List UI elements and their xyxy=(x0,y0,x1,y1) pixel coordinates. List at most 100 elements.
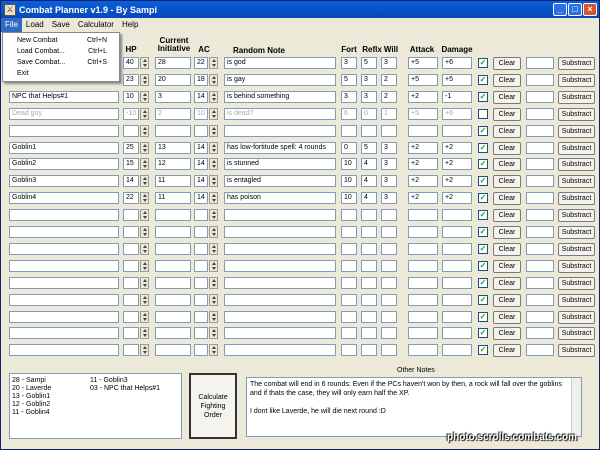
attack-input[interactable] xyxy=(408,344,438,356)
subtract-button[interactable]: Substract xyxy=(558,311,595,324)
menu-help[interactable]: Help xyxy=(118,18,142,32)
will-input[interactable] xyxy=(381,226,397,238)
active-checkbox[interactable]: ✓ xyxy=(478,278,488,288)
hp-spinner[interactable] xyxy=(140,260,149,272)
name-input[interactable] xyxy=(9,327,119,339)
attack-input[interactable]: +2 xyxy=(408,175,438,187)
will-input[interactable]: 3 xyxy=(381,175,397,187)
clear-button[interactable]: Clear xyxy=(493,243,521,256)
attack-input[interactable] xyxy=(408,277,438,289)
ac-spinner[interactable] xyxy=(209,91,218,103)
file-menu-item-exit[interactable]: Exit xyxy=(3,68,119,79)
ac-spinner[interactable] xyxy=(209,192,218,204)
fort-input[interactable] xyxy=(341,260,357,272)
subtract-button[interactable]: Substract xyxy=(558,344,595,357)
will-input[interactable]: 3 xyxy=(381,192,397,204)
active-checkbox[interactable]: ✓ xyxy=(478,328,488,338)
ac-spinner[interactable] xyxy=(209,57,218,69)
name-input[interactable] xyxy=(9,243,119,255)
subtract-amount-input[interactable] xyxy=(526,108,554,120)
hp-input[interactable] xyxy=(123,260,139,272)
app-icon[interactable]: ⚔ xyxy=(4,3,16,16)
ac-spinner[interactable] xyxy=(209,108,218,120)
note-input[interactable] xyxy=(224,294,336,306)
file-menu-item-load-combat[interactable]: Load Combat... Ctrl+L xyxy=(3,46,119,57)
damage-input[interactable]: +2 xyxy=(442,175,472,187)
active-checkbox[interactable]: ✓ xyxy=(478,75,488,85)
ac-spinner[interactable] xyxy=(209,344,218,356)
subtract-button[interactable]: Substract xyxy=(558,108,595,121)
ac-input[interactable]: 14 xyxy=(194,142,208,154)
initiative-input[interactable] xyxy=(155,294,191,306)
clear-button[interactable]: Clear xyxy=(493,142,521,155)
clear-button[interactable]: Clear xyxy=(493,226,521,239)
note-input[interactable]: has low-fortitude spell: 4 rounds xyxy=(224,142,336,154)
clear-button[interactable]: Clear xyxy=(493,327,521,340)
attack-input[interactable]: +2 xyxy=(408,91,438,103)
hp-spinner[interactable] xyxy=(140,243,149,255)
attack-input[interactable] xyxy=(408,243,438,255)
note-input[interactable]: is stunned xyxy=(224,158,336,170)
ac-input[interactable] xyxy=(194,344,208,356)
initiative-input[interactable]: 20 xyxy=(155,74,191,86)
note-input[interactable]: is dead? xyxy=(224,108,336,120)
active-checkbox[interactable] xyxy=(478,109,488,119)
name-input[interactable] xyxy=(9,344,119,356)
name-input[interactable]: NPC that Helps#1 xyxy=(9,91,119,103)
name-input[interactable] xyxy=(9,125,119,137)
initiative-input[interactable] xyxy=(155,243,191,255)
attack-input[interactable]: +5 xyxy=(408,108,438,120)
note-input[interactable]: is gay xyxy=(224,74,336,86)
initiative-input[interactable] xyxy=(155,327,191,339)
active-checkbox[interactable]: ✓ xyxy=(478,193,488,203)
active-checkbox[interactable]: ✓ xyxy=(478,92,488,102)
menu-calculator[interactable]: Calculator xyxy=(74,18,118,32)
subtract-button[interactable]: Substract xyxy=(558,327,595,340)
hp-input[interactable] xyxy=(123,294,139,306)
note-input[interactable] xyxy=(224,260,336,272)
subtract-button[interactable]: Substract xyxy=(558,243,595,256)
note-input[interactable]: is behind something xyxy=(224,91,336,103)
hp-spinner[interactable] xyxy=(140,74,149,86)
reflex-input[interactable]: 0 xyxy=(361,108,377,120)
name-input[interactable]: Goblin1 xyxy=(9,142,119,154)
damage-input[interactable] xyxy=(442,344,472,356)
will-input[interactable]: 2 xyxy=(381,91,397,103)
initiative-input[interactable]: 13 xyxy=(155,142,191,154)
active-checkbox[interactable]: ✓ xyxy=(478,126,488,136)
ac-input[interactable] xyxy=(194,209,208,221)
will-input[interactable]: 3 xyxy=(381,158,397,170)
fort-input[interactable]: 10 xyxy=(341,175,357,187)
hp-spinner[interactable] xyxy=(140,311,149,323)
menu-save[interactable]: Save xyxy=(48,18,74,32)
damage-input[interactable]: +2 xyxy=(442,192,472,204)
damage-input[interactable] xyxy=(442,125,472,137)
hp-spinner[interactable] xyxy=(140,209,149,221)
active-checkbox[interactable]: ✓ xyxy=(478,244,488,254)
maximize-button[interactable]: □ xyxy=(568,3,582,16)
will-input[interactable] xyxy=(381,260,397,272)
name-input[interactable]: Goblin2 xyxy=(9,158,119,170)
initiative-input[interactable] xyxy=(155,125,191,137)
subtract-amount-input[interactable] xyxy=(526,192,554,204)
hp-spinner[interactable] xyxy=(140,142,149,154)
will-input[interactable] xyxy=(381,209,397,221)
ac-input[interactable] xyxy=(194,226,208,238)
damage-input[interactable] xyxy=(442,327,472,339)
ac-input[interactable] xyxy=(194,243,208,255)
initiative-input[interactable]: 2 xyxy=(155,108,191,120)
attack-input[interactable]: +2 xyxy=(408,192,438,204)
note-input[interactable] xyxy=(224,243,336,255)
subtract-amount-input[interactable] xyxy=(526,209,554,221)
clear-button[interactable]: Clear xyxy=(493,91,521,104)
name-input[interactable]: Goblin4 xyxy=(9,192,119,204)
fort-input[interactable] xyxy=(341,344,357,356)
ac-input[interactable] xyxy=(194,125,208,137)
will-input[interactable] xyxy=(381,294,397,306)
hp-input[interactable] xyxy=(123,327,139,339)
hp-spinner[interactable] xyxy=(140,91,149,103)
clear-button[interactable]: Clear xyxy=(493,57,521,70)
clear-button[interactable]: Clear xyxy=(493,192,521,205)
subtract-amount-input[interactable] xyxy=(526,294,554,306)
reflex-input[interactable]: 3 xyxy=(361,74,377,86)
